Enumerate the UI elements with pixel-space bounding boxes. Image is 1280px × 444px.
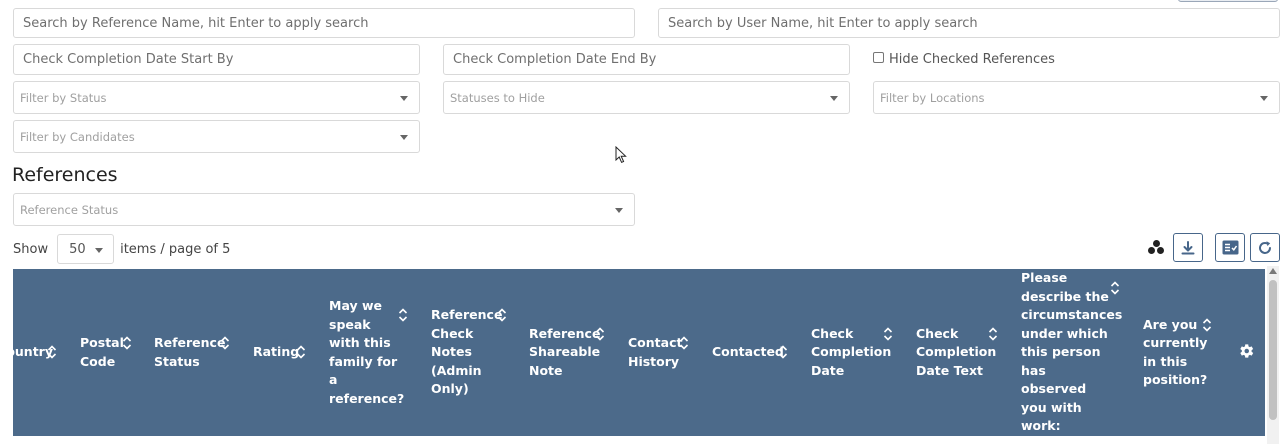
column-header-postal-code[interactable]: Postal Code bbox=[80, 269, 124, 436]
column-header-please-describe[interactable]: Please describe the circumstances under … bbox=[1021, 269, 1123, 436]
sort-icon[interactable] bbox=[296, 344, 306, 360]
page-size-value: 50 bbox=[69, 241, 86, 257]
status-filter-select[interactable]: Filter by Status bbox=[13, 81, 420, 114]
sort-icon[interactable] bbox=[595, 326, 605, 342]
sort-icon[interactable] bbox=[497, 307, 507, 323]
column-label: Are you currently in this position? bbox=[1143, 316, 1208, 388]
hide-checked-checkbox[interactable] bbox=[873, 52, 884, 63]
pagination-summary: items / page of 5 bbox=[120, 241, 231, 257]
reference-status-select[interactable]: Reference Status bbox=[13, 193, 635, 226]
statuses-hide-placeholder: Statuses to Hide bbox=[450, 90, 545, 105]
column-header-rating[interactable]: Rating bbox=[253, 269, 299, 436]
column-label: Reference Status bbox=[154, 335, 226, 369]
page-size-select[interactable]: 50 bbox=[57, 234, 115, 264]
chevron-down-icon bbox=[400, 134, 408, 140]
candidates-filter-placeholder: Filter by Candidates bbox=[20, 129, 135, 144]
scroll-up-icon[interactable] bbox=[1269, 268, 1277, 274]
column-header-reference-status[interactable]: Reference Status bbox=[154, 269, 226, 436]
completion-start-input[interactable] bbox=[13, 44, 420, 75]
pagination-controls: Show 50 items / page of 5 bbox=[13, 234, 230, 264]
table-header: Country Postal Code Reference Status Rat… bbox=[13, 269, 1265, 436]
column-label: Check Completion Date bbox=[811, 325, 892, 378]
sort-icon[interactable] bbox=[988, 326, 998, 342]
sort-icon[interactable] bbox=[883, 326, 893, 342]
candidates-filter-select[interactable]: Filter by Candidates bbox=[13, 120, 420, 153]
column-chooser-icon bbox=[1222, 240, 1238, 255]
statuses-hide-select[interactable]: Statuses to Hide bbox=[443, 81, 850, 114]
chevron-down-icon bbox=[830, 95, 838, 101]
hide-checked-toggle[interactable]: Hide Checked References bbox=[873, 52, 1055, 67]
mouse-cursor-icon bbox=[615, 146, 627, 164]
column-header-check-completion-date-text[interactable]: Check Completion Date Text bbox=[916, 269, 997, 436]
column-label: Reference Check Notes (Admin Only) bbox=[431, 307, 503, 397]
show-label: Show bbox=[13, 241, 49, 257]
chevron-down-icon bbox=[615, 207, 623, 213]
top-right-button[interactable] bbox=[1178, 0, 1278, 2]
sort-icon[interactable] bbox=[1202, 317, 1212, 333]
download-icon bbox=[1181, 240, 1195, 254]
column-label: Postal Code bbox=[80, 335, 124, 369]
column-label: Contacted bbox=[712, 344, 784, 360]
column-header-country[interactable]: Country bbox=[13, 269, 73, 436]
chevron-down-icon bbox=[95, 248, 104, 253]
column-header-contacted[interactable]: Contacted bbox=[712, 269, 784, 436]
search-user-input[interactable] bbox=[658, 8, 1280, 38]
sort-icon[interactable] bbox=[679, 335, 689, 351]
sort-icon[interactable] bbox=[47, 344, 57, 360]
gear-icon[interactable] bbox=[1237, 342, 1255, 360]
reference-status-placeholder: Reference Status bbox=[20, 202, 119, 217]
column-label: Contact History bbox=[628, 335, 683, 369]
column-label: May we speak with this family for a refe… bbox=[329, 298, 405, 406]
sort-icon[interactable] bbox=[220, 335, 230, 351]
page-title: References bbox=[12, 164, 118, 186]
column-label: Reference Shareable Note bbox=[529, 325, 601, 378]
locations-filter-placeholder: Filter by Locations bbox=[880, 90, 985, 105]
locations-filter-select[interactable]: Filter by Locations bbox=[873, 81, 1280, 114]
hide-checked-label: Hide Checked References bbox=[889, 52, 1055, 67]
chevron-down-icon bbox=[1260, 95, 1268, 101]
column-label: Rating bbox=[253, 344, 300, 360]
column-groups-icon[interactable] bbox=[1148, 240, 1166, 256]
vertical-scrollbar[interactable] bbox=[1267, 266, 1279, 444]
column-header-may-we-speak[interactable]: May we speak with this family for a refe… bbox=[329, 269, 405, 436]
column-header-currently-in-position[interactable]: Are you currently in this position? bbox=[1143, 269, 1208, 436]
scroll-thumb[interactable] bbox=[1269, 280, 1277, 420]
sort-icon[interactable] bbox=[122, 335, 132, 351]
sort-icon[interactable] bbox=[1110, 280, 1120, 296]
column-label: Check Completion Date Text bbox=[916, 325, 997, 378]
column-header-check-completion-date[interactable]: Check Completion Date bbox=[811, 269, 892, 436]
column-chooser-button[interactable] bbox=[1215, 233, 1245, 262]
column-header-reference-check-notes[interactable]: Reference Check Notes (Admin Only) bbox=[431, 269, 503, 436]
sort-icon[interactable] bbox=[778, 344, 788, 360]
sort-icon[interactable] bbox=[398, 307, 408, 323]
download-button[interactable] bbox=[1173, 233, 1203, 262]
column-header-reference-shareable-note[interactable]: Reference Shareable Note bbox=[529, 269, 601, 436]
status-filter-placeholder: Filter by Status bbox=[20, 90, 107, 105]
refresh-button[interactable] bbox=[1250, 233, 1280, 262]
completion-end-input[interactable] bbox=[443, 44, 850, 75]
column-header-contact-history[interactable]: Contact History bbox=[628, 269, 686, 436]
chevron-down-icon bbox=[400, 95, 408, 101]
search-reference-input[interactable] bbox=[13, 8, 635, 38]
column-label: Please describe the circumstances under … bbox=[1021, 270, 1123, 434]
refresh-icon bbox=[1259, 240, 1271, 254]
